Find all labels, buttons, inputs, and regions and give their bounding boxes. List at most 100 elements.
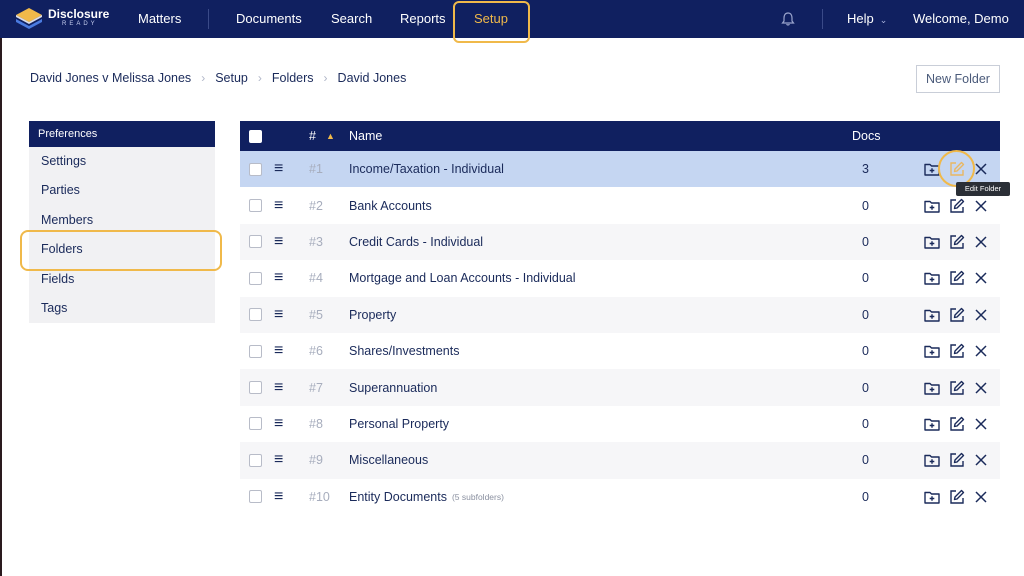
chevron-down-icon: ⌄	[879, 15, 888, 25]
column-docs[interactable]: Docs	[852, 121, 880, 151]
row-checkbox[interactable]	[249, 490, 262, 504]
add-subfolder-icon[interactable]	[923, 369, 941, 405]
nav-help[interactable]: Help ⌄	[847, 0, 887, 38]
sidebar-item-parties[interactable]: Parties	[29, 176, 215, 206]
drag-handle-icon[interactable]: ≡	[274, 224, 283, 260]
folder-name-cell[interactable]: Entity Documents (5 subfolders)	[349, 479, 504, 515]
row-checkbox[interactable]	[249, 417, 262, 431]
add-subfolder-icon[interactable]	[923, 406, 941, 442]
folder-number: #3	[309, 234, 323, 249]
drag-handle-icon[interactable]: ≡	[274, 151, 283, 187]
edit-folder-icon[interactable]	[948, 333, 966, 369]
delete-folder-icon[interactable]	[972, 406, 990, 442]
row-checkbox[interactable]	[249, 271, 262, 285]
folder-number: #6	[309, 344, 323, 359]
drag-handle-icon[interactable]: ≡	[274, 479, 283, 515]
folder-name-cell[interactable]: Mortgage and Loan Accounts - Individual	[349, 260, 581, 296]
folder-name-cell[interactable]: Bank Accounts	[349, 187, 437, 223]
brand-name: Disclosure	[48, 7, 110, 21]
add-subfolder-icon[interactable]	[923, 333, 941, 369]
row-checkbox[interactable]	[249, 308, 262, 322]
drag-handle-icon[interactable]: ≡	[274, 260, 283, 296]
sort-up-icon[interactable]: ▲	[326, 131, 335, 141]
edit-folder-icon[interactable]	[948, 406, 966, 442]
nav-reports[interactable]: Reports	[400, 0, 446, 38]
add-subfolder-icon[interactable]	[923, 224, 941, 260]
delete-folder-icon[interactable]	[972, 333, 990, 369]
folder-name-cell[interactable]: Superannuation	[349, 369, 442, 405]
nav-search[interactable]: Search	[331, 0, 372, 38]
folder-name: Entity Documents	[349, 489, 447, 504]
folder-name-cell[interactable]: Shares/Investments	[349, 333, 464, 369]
breadcrumb-setup[interactable]: Setup	[215, 71, 248, 85]
folder-name-cell[interactable]: Miscellaneous	[349, 442, 433, 478]
delete-folder-icon[interactable]	[972, 224, 990, 260]
folder-number: #4	[309, 271, 323, 286]
folder-name-cell[interactable]: Property	[349, 297, 401, 333]
table-row[interactable]: ≡ #3 Credit Cards - Individual 0	[240, 223, 1000, 261]
docs-count: 0	[862, 307, 869, 322]
folder-number: #9	[309, 453, 323, 468]
delete-folder-icon[interactable]	[972, 442, 990, 478]
sidebar-item-settings[interactable]: Settings	[29, 147, 215, 177]
add-subfolder-icon[interactable]	[923, 442, 941, 478]
folder-name: Credit Cards - Individual	[349, 234, 484, 249]
edit-folder-icon[interactable]	[948, 224, 966, 260]
edit-folder-icon[interactable]	[948, 260, 966, 296]
edit-folder-icon[interactable]	[948, 369, 966, 405]
sidebar-item-tags[interactable]: Tags	[29, 293, 215, 324]
drag-handle-icon[interactable]: ≡	[274, 333, 283, 369]
column-number[interactable]: # ▲	[309, 121, 335, 151]
select-all-checkbox[interactable]	[249, 129, 262, 143]
add-subfolder-icon[interactable]	[923, 479, 941, 515]
add-subfolder-icon[interactable]	[923, 187, 941, 223]
nav-documents[interactable]: Documents	[236, 0, 302, 38]
folder-name-cell[interactable]: Income/Taxation - Individual	[349, 151, 509, 187]
table-row[interactable]: ≡ #4 Mortgage and Loan Accounts - Individu…	[240, 260, 1000, 296]
docs-count: 0	[862, 234, 869, 249]
row-checkbox[interactable]	[249, 344, 262, 358]
delete-folder-icon[interactable]	[972, 297, 990, 333]
nav-matters[interactable]: Matters	[138, 0, 181, 38]
delete-folder-icon[interactable]	[972, 369, 990, 405]
row-checkbox[interactable]	[249, 381, 262, 395]
table-row[interactable]: ≡ #8 Personal Property 0	[240, 406, 1000, 442]
nav-welcome-user[interactable]: Welcome, Demo	[913, 0, 1009, 38]
row-checkbox[interactable]	[249, 453, 262, 467]
new-folder-button[interactable]: New Folder	[916, 65, 1000, 93]
logo-icon	[16, 8, 42, 29]
delete-folder-icon[interactable]	[972, 479, 990, 515]
table-row[interactable]: ≡ #6 Shares/Investments 0	[240, 333, 1000, 369]
column-name[interactable]: Name	[349, 121, 382, 151]
row-checkbox[interactable]	[249, 199, 262, 213]
bell-icon[interactable]	[780, 11, 796, 27]
logo[interactable]: Disclosure READY	[14, 5, 124, 33]
drag-handle-icon[interactable]: ≡	[274, 187, 283, 223]
folder-name-cell[interactable]: Credit Cards - Individual	[349, 224, 488, 260]
edit-folder-tooltip: Edit Folder	[956, 182, 1010, 196]
table-row[interactable]: ≡ #2 Bank Accounts 0	[240, 187, 1000, 223]
delete-folder-icon[interactable]	[972, 260, 990, 296]
drag-handle-icon[interactable]: ≡	[274, 297, 283, 333]
add-subfolder-icon[interactable]	[923, 260, 941, 296]
edit-folder-icon[interactable]	[948, 479, 966, 515]
table-row[interactable]: ≡ #5 Property 0	[240, 296, 1000, 333]
folder-name-cell[interactable]: Personal Property	[349, 406, 454, 442]
drag-handle-icon[interactable]: ≡	[274, 406, 283, 442]
docs-count: 0	[862, 344, 869, 359]
table-row[interactable]: ≡ #1 Income/Taxation - Individual 3	[240, 151, 1000, 188]
add-subfolder-icon[interactable]	[923, 297, 941, 333]
table-row[interactable]: ≡ #10 Entity Documents (5 subfolders) 0	[240, 479, 1000, 515]
drag-handle-icon[interactable]: ≡	[274, 442, 283, 478]
sidebar-heading: Preferences	[29, 121, 215, 147]
drag-handle-icon[interactable]: ≡	[274, 369, 283, 405]
row-checkbox[interactable]	[249, 162, 262, 176]
row-checkbox[interactable]	[249, 235, 262, 249]
docs-count: 0	[862, 380, 869, 395]
edit-folder-icon[interactable]	[948, 442, 966, 478]
table-row[interactable]: ≡ #9 Miscellaneous 0	[240, 442, 1000, 479]
breadcrumb-folders[interactable]: Folders	[272, 71, 314, 85]
edit-folder-icon[interactable]	[948, 297, 966, 333]
table-row[interactable]: ≡ #7 Superannuation 0	[240, 369, 1000, 406]
breadcrumb-matter[interactable]: David Jones v Melissa Jones	[30, 71, 191, 85]
